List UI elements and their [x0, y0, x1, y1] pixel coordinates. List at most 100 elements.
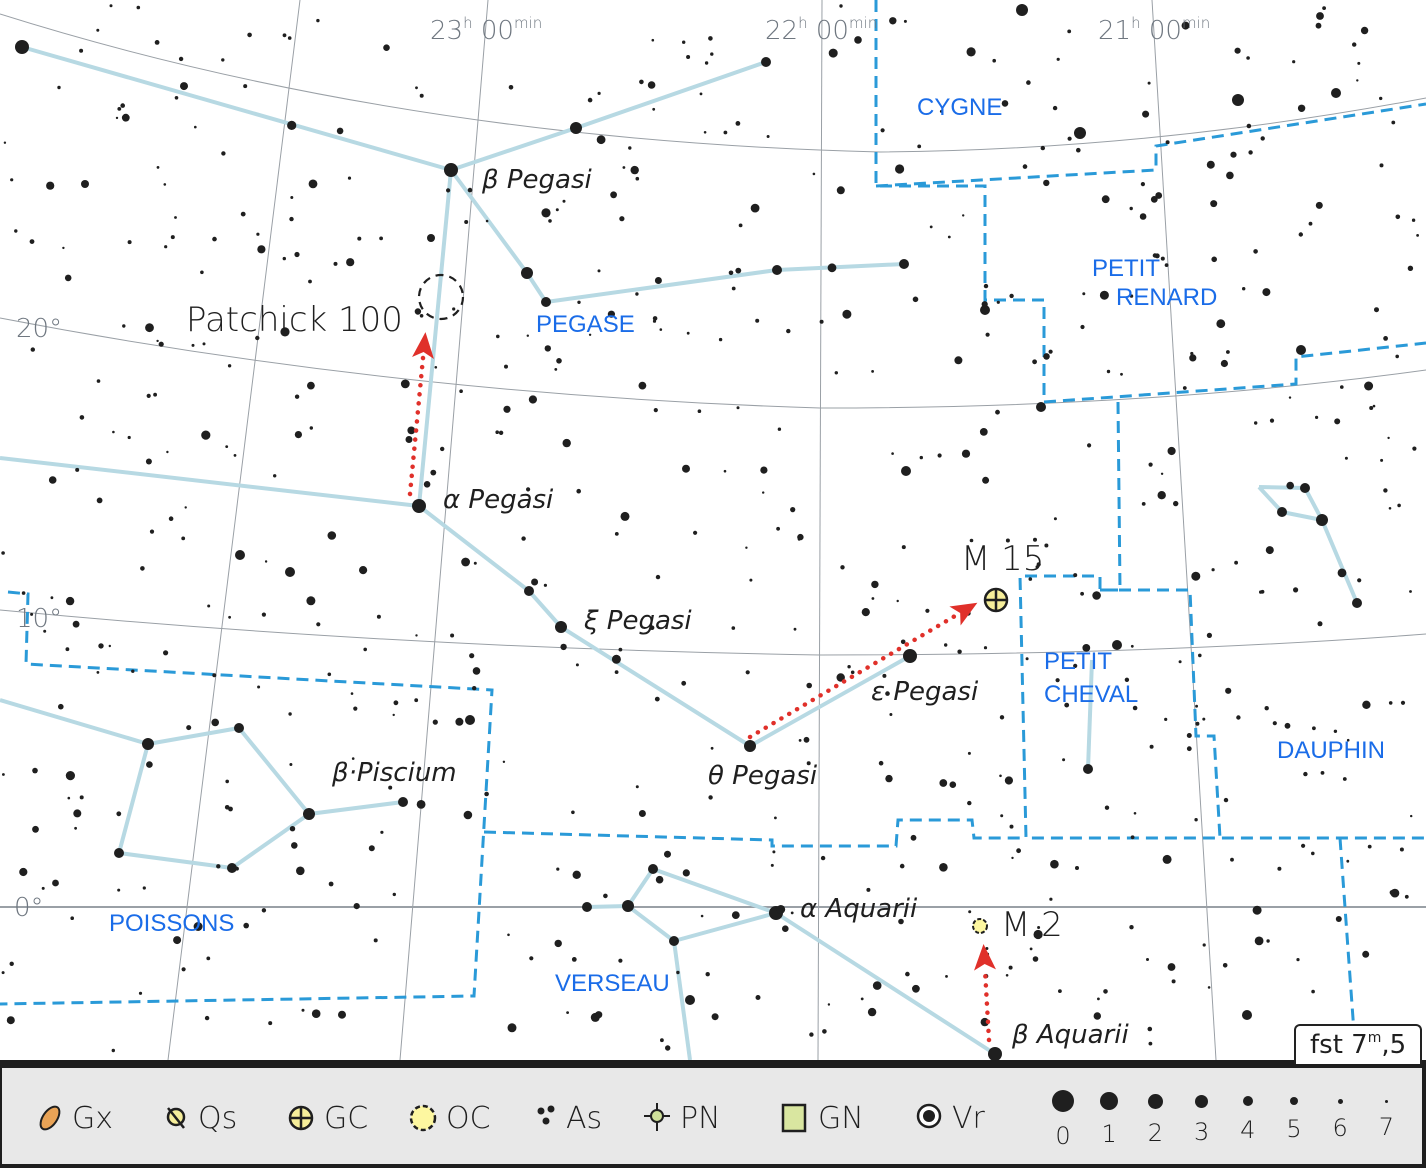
arrowhead-icon — [974, 944, 996, 971]
constellation-line — [586, 904, 629, 909]
star — [75, 467, 80, 472]
star — [745, 546, 748, 549]
star — [1075, 866, 1079, 870]
star — [1026, 80, 1031, 85]
star — [1312, 726, 1316, 731]
star — [48, 476, 57, 484]
constellation-verseau: VERSEAU — [555, 970, 670, 997]
star — [597, 269, 601, 273]
star — [307, 381, 315, 390]
star — [1178, 660, 1182, 664]
constellation-line — [0, 456, 420, 508]
star — [910, 834, 917, 841]
star — [14, 229, 18, 233]
star — [117, 107, 122, 111]
star — [1149, 744, 1154, 749]
star — [1164, 263, 1169, 267]
galactic-nebula-icon — [781, 1103, 807, 1133]
star — [247, 32, 252, 38]
star — [461, 557, 470, 567]
star — [294, 394, 300, 399]
star — [359, 566, 368, 575]
star — [620, 511, 630, 521]
star — [556, 358, 562, 364]
star — [647, 81, 656, 89]
magnitude-dot-icon — [1147, 1093, 1163, 1109]
star — [121, 113, 130, 122]
star — [146, 761, 153, 768]
star — [847, 665, 851, 669]
star — [1264, 706, 1269, 711]
star — [338, 1010, 346, 1019]
star — [867, 1007, 877, 1017]
star — [327, 531, 337, 540]
star — [597, 91, 601, 95]
star — [346, 258, 355, 267]
legend-item-globular-cluster: GC — [286, 1098, 368, 1138]
star — [1008, 965, 1013, 970]
star — [303, 808, 315, 820]
star — [1277, 866, 1282, 871]
star — [700, 914, 704, 918]
star — [1083, 764, 1093, 774]
star — [1044, 543, 1049, 548]
star — [1334, 418, 1341, 425]
star — [74, 826, 77, 830]
star — [1202, 943, 1206, 947]
star — [452, 307, 456, 311]
star — [1076, 147, 1081, 153]
star — [1099, 290, 1109, 300]
star — [191, 343, 195, 347]
constellation-line — [417, 504, 531, 593]
star — [541, 297, 551, 307]
star — [1067, 29, 1072, 34]
star — [1374, 307, 1379, 313]
star — [357, 236, 362, 241]
star — [664, 850, 671, 858]
star — [261, 612, 266, 617]
star — [1335, 916, 1342, 922]
star — [1230, 857, 1234, 862]
star — [1387, 436, 1390, 440]
star — [1112, 640, 1122, 650]
star — [472, 686, 477, 691]
star — [1053, 517, 1057, 521]
star — [484, 791, 489, 797]
star — [1148, 1041, 1153, 1046]
star — [1157, 491, 1166, 500]
star — [1364, 381, 1374, 391]
star — [766, 135, 770, 138]
legend-label-vr: Vr — [952, 1100, 985, 1136]
star — [1367, 844, 1372, 849]
star — [294, 431, 302, 439]
star — [467, 187, 473, 193]
star — [562, 438, 571, 448]
star — [901, 545, 906, 550]
star — [243, 84, 248, 89]
star — [571, 957, 577, 962]
star — [1029, 947, 1033, 951]
star — [289, 216, 294, 222]
star — [455, 717, 464, 726]
star — [782, 925, 789, 932]
star — [234, 723, 244, 733]
star — [3, 141, 7, 144]
star — [1230, 151, 1237, 158]
star — [1009, 824, 1014, 829]
star — [1198, 653, 1202, 658]
star — [1139, 213, 1147, 220]
sky-map[interactable]: 23h 00min 22h 00min 21h 00min 20° 10° 0°… — [0, 0, 1426, 1064]
star — [1369, 406, 1374, 410]
star — [427, 234, 435, 242]
star — [871, 580, 879, 589]
star — [665, 1045, 671, 1051]
star — [120, 103, 125, 108]
star — [1147, 1026, 1153, 1032]
star — [762, 491, 765, 494]
star — [655, 574, 661, 580]
legend-label-qs: Qs — [198, 1100, 238, 1136]
star — [1277, 507, 1287, 517]
star — [1133, 812, 1137, 815]
constellation-line — [1086, 659, 1094, 770]
star — [430, 469, 437, 476]
